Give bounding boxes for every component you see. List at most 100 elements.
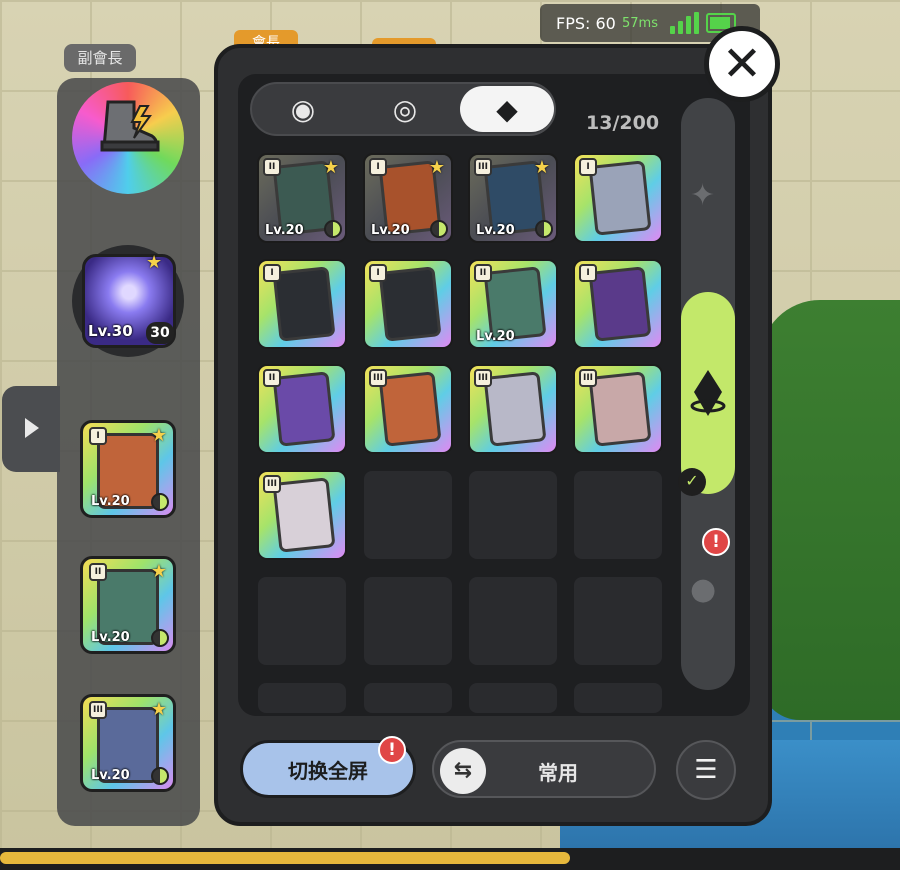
card-level: Lv.20 — [91, 768, 130, 783]
rank-badge: I — [89, 427, 107, 445]
progress-icon — [430, 220, 448, 238]
rank-badge: I — [369, 264, 387, 282]
grid-slot[interactable] — [469, 577, 557, 665]
swirl-icon: ◎ — [392, 92, 418, 126]
close-icon: ✕ — [721, 36, 763, 92]
rank-badge: I — [579, 158, 597, 176]
swap-icon: ⇆ — [440, 748, 486, 794]
rank-badge: II — [89, 563, 107, 581]
progress-icon — [535, 220, 553, 238]
rank-badge: III — [474, 158, 492, 176]
progress-icon — [324, 220, 342, 238]
card-level: Lv.20 — [91, 630, 130, 645]
rank-badge: I — [263, 264, 281, 282]
search-list-icon: ☰ — [694, 755, 718, 785]
gem-icon — [690, 370, 726, 416]
rank-badge: II — [263, 158, 281, 176]
common-button[interactable]: ⇆ 常用 — [432, 740, 656, 798]
tab-swirl[interactable]: ◎ — [358, 86, 452, 132]
emblem-icon: ◉ — [290, 92, 316, 126]
vice-leader-badge: 副會長 — [64, 44, 136, 72]
equipped-card[interactable]: II ★ Lv.20 — [80, 556, 176, 654]
card-art — [588, 266, 652, 342]
inventory-card[interactable]: I — [257, 259, 347, 349]
rank-badge: II — [474, 264, 492, 282]
card-art — [272, 371, 336, 447]
grid-slot[interactable] — [574, 683, 662, 713]
grid-slot[interactable] — [364, 471, 452, 559]
tab-cards[interactable]: ◆ — [460, 86, 554, 132]
inventory-card[interactable]: II Lv.20 — [468, 259, 558, 349]
rune-icon[interactable]: ✦ — [690, 178, 715, 213]
inventory-card[interactable]: I — [573, 153, 663, 243]
card-art — [588, 160, 652, 236]
star-icon: ★ — [322, 157, 339, 178]
inventory-card[interactable]: III — [573, 364, 663, 454]
grid-slot[interactable] — [469, 683, 557, 713]
inventory-count: 13/200 — [586, 112, 660, 134]
grid-slot[interactable] — [364, 577, 452, 665]
boot-icon — [100, 100, 160, 152]
rank-badge: III — [579, 369, 597, 387]
star-icon: ★ — [428, 157, 445, 178]
rank-badge: III — [89, 701, 107, 719]
card-art — [272, 266, 336, 342]
inventory-card[interactable]: III — [363, 364, 453, 454]
inventory-card[interactable]: I — [573, 259, 663, 349]
close-button[interactable]: ✕ — [704, 26, 780, 102]
inventory-card[interactable]: II ★ Lv.20 — [257, 153, 347, 243]
ping-counter: 57ms — [622, 16, 658, 31]
grid-slot[interactable] — [574, 577, 662, 665]
bag-icon[interactable]: ● — [690, 572, 716, 607]
filter-search-button[interactable]: ☰ — [676, 740, 736, 800]
card-level: Lv.20 — [91, 494, 130, 509]
equipped-card[interactable]: I ★ Lv.20 — [80, 420, 176, 518]
grid-slot[interactable] — [574, 471, 662, 559]
rank-badge: III — [474, 369, 492, 387]
fullscreen-alert-icon: ! — [378, 736, 406, 764]
grid-slot[interactable] — [364, 683, 452, 713]
rank-badge: I — [369, 158, 387, 176]
tab-emblem[interactable]: ◉ — [256, 86, 350, 132]
grid-slot[interactable] — [469, 471, 557, 559]
progress-icon — [151, 493, 169, 511]
progress-icon — [151, 767, 169, 785]
skill-count: 30 — [146, 322, 174, 344]
card-art — [272, 477, 336, 553]
grid-slot[interactable] — [258, 683, 346, 713]
inventory-card[interactable]: I ★ Lv.20 — [363, 153, 453, 243]
fps-counter: FPS: 60 — [556, 14, 616, 33]
skill-level: Lv.30 — [88, 322, 133, 340]
common-label: 常用 — [538, 761, 578, 785]
grid-slot[interactable] — [258, 577, 346, 665]
inventory-card[interactable]: III — [257, 470, 347, 560]
star-icon: ★ — [533, 157, 550, 178]
arrow-right-icon[interactable] — [25, 418, 39, 438]
star-icon: ★ — [150, 699, 167, 720]
card-art — [378, 266, 442, 342]
progress-icon — [151, 629, 169, 647]
card-level: Lv.20 — [476, 329, 515, 344]
equipped-card[interactable]: III ★ Lv.20 — [80, 694, 176, 792]
bottom-progress — [0, 852, 570, 864]
card-art — [483, 371, 547, 447]
inventory-card[interactable]: III — [468, 364, 558, 454]
rank-badge: III — [263, 475, 281, 493]
background-grass — [760, 300, 900, 720]
star-icon: ★ — [150, 425, 167, 446]
signal-icon — [670, 12, 699, 34]
alert-icon: ! — [702, 528, 730, 556]
star-icon: ★ — [146, 252, 163, 273]
check-icon: ✓ — [678, 468, 706, 496]
inventory-card[interactable]: II — [257, 364, 347, 454]
star-icon: ★ — [150, 561, 167, 582]
inventory-card[interactable]: III ★ Lv.20 — [468, 153, 558, 243]
fullscreen-label: 切换全屏 — [288, 758, 368, 783]
card-level: Lv.20 — [476, 223, 515, 238]
card-level: Lv.20 — [371, 223, 410, 238]
rank-badge: III — [369, 369, 387, 387]
rank-badge: I — [579, 264, 597, 282]
rank-badge: II — [263, 369, 281, 387]
inventory-card[interactable]: I — [363, 259, 453, 349]
card-level: Lv.20 — [265, 223, 304, 238]
